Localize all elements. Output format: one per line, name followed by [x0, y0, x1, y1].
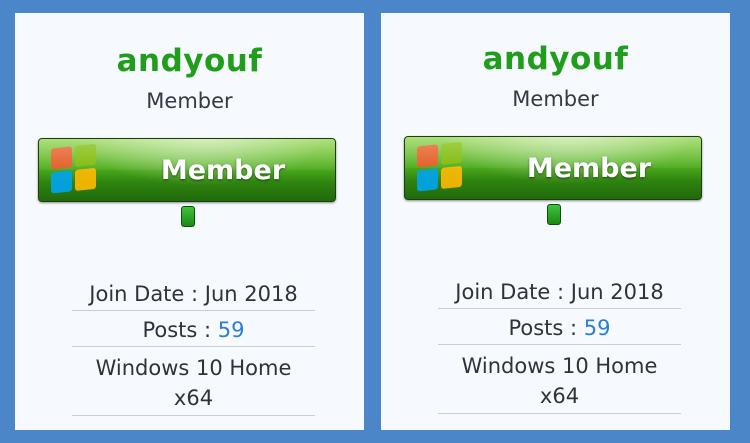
reputation-pip-icon[interactable] — [547, 204, 561, 225]
rank-label: Member — [526, 152, 652, 184]
posts-count-link[interactable]: 59 — [218, 318, 245, 342]
posts-label: Posts : — [508, 316, 584, 340]
posts-label: Posts : — [142, 318, 218, 342]
posts-count-link[interactable]: 59 — [584, 316, 611, 340]
os-info: Windows 10 Home x64 — [72, 351, 315, 416]
user-info-panel: andyouf Member Member Join Date : Jun 20… — [381, 13, 730, 430]
posts-row: Posts : 59 — [438, 313, 681, 345]
rank-label: Member — [160, 154, 286, 186]
user-stats: Join Date : Jun 2018 Posts : 59 Windows … — [72, 279, 315, 420]
user-stats: Join Date : Jun 2018 Posts : 59 Windows … — [438, 277, 681, 418]
windows-logo-icon — [417, 141, 465, 194]
join-date: Join Date : Jun 2018 — [72, 279, 315, 311]
user-info-panel: andyouf Member Member Join Date : Jun 20… — [15, 13, 364, 430]
username-link[interactable]: andyouf — [15, 43, 364, 79]
posts-row: Posts : 59 — [72, 315, 315, 347]
rank-banner: Member — [404, 136, 702, 200]
user-title: Member — [512, 87, 599, 111]
os-arch: x64 — [173, 386, 214, 410]
user-title: Member — [146, 89, 233, 113]
os-name: Windows 10 Home — [461, 354, 658, 378]
rank-banner: Member — [38, 138, 336, 202]
os-name: Windows 10 Home — [95, 356, 292, 380]
windows-logo-icon — [51, 143, 99, 196]
os-arch: x64 — [539, 384, 580, 408]
join-date: Join Date : Jun 2018 — [438, 277, 681, 309]
os-info: Windows 10 Home x64 — [438, 349, 681, 414]
username-link[interactable]: andyouf — [381, 41, 730, 77]
reputation-pip-icon[interactable] — [181, 206, 195, 227]
